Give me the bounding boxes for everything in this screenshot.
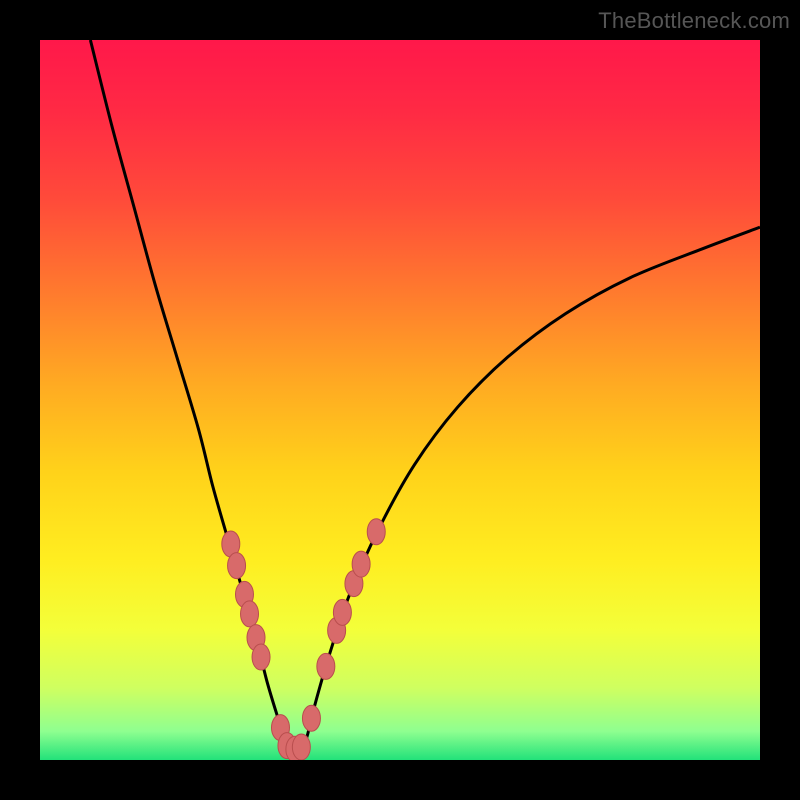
- plot-area: [40, 40, 760, 760]
- chart-container: TheBottleneck.com: [0, 0, 800, 800]
- data-marker: [292, 734, 310, 760]
- data-marker: [317, 653, 335, 679]
- data-marker: [241, 601, 259, 627]
- watermark-text: TheBottleneck.com: [598, 8, 790, 34]
- data-marker: [252, 644, 270, 670]
- data-marker: [228, 553, 246, 579]
- data-marker: [367, 519, 385, 545]
- data-marker: [302, 705, 320, 731]
- chart-svg: [40, 40, 760, 760]
- gradient-background: [40, 40, 760, 760]
- data-marker: [352, 551, 370, 577]
- data-marker: [333, 599, 351, 625]
